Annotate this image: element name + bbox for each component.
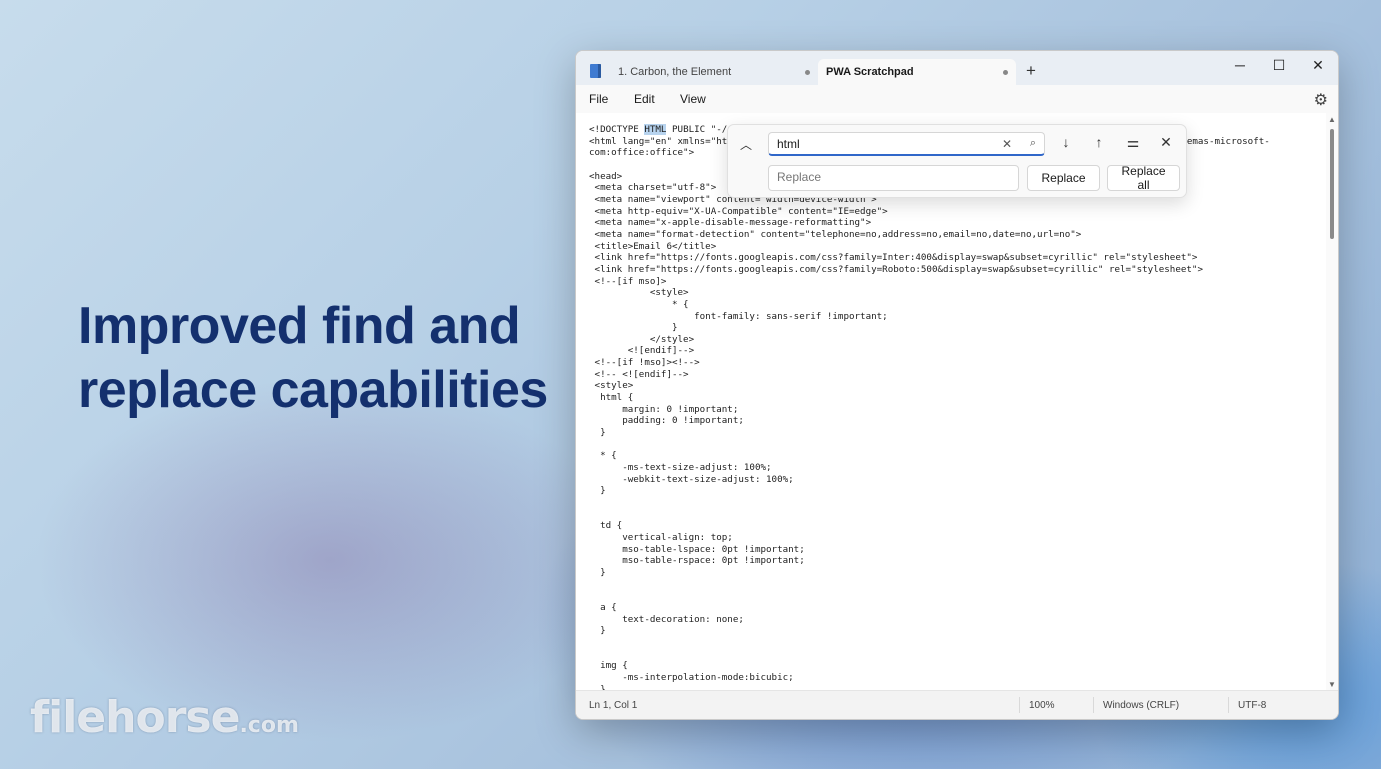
- code-line: <link href="https://fonts.googleapis.com…: [589, 252, 1198, 264]
- cursor-position: Ln 1, Col 1: [589, 700, 638, 711]
- code-line: padding: 0 !important;: [589, 415, 744, 427]
- code-line: <!--[if !mso]><!-->: [589, 357, 700, 369]
- find-input[interactable]: [777, 137, 987, 151]
- chevron-up-icon[interactable]: ︿: [740, 136, 752, 153]
- code-line: text-decoration: none;: [589, 613, 744, 625]
- code-line: mso-table-lspace: 0pt !important;: [589, 543, 805, 555]
- text-editor[interactable]: <!DOCTYPE HTML PUBLIC "-/ <html lang="en…: [576, 113, 1326, 691]
- sliders-icon[interactable]: ⚌: [1123, 134, 1143, 151]
- menu-file[interactable]: File: [589, 92, 608, 106]
- tab-label: 1. Carbon, the Element: [618, 66, 732, 78]
- code-line: td {: [589, 520, 623, 532]
- code-line: img {: [589, 660, 628, 672]
- tab-pwa-scratchpad[interactable]: PWA Scratchpad: [818, 59, 1016, 85]
- menu-bar: File Edit View ⚙: [576, 85, 1338, 113]
- new-tab-button[interactable]: +: [1026, 62, 1036, 79]
- code-line: <head>: [589, 170, 623, 182]
- vertical-scrollbar[interactable]: ▲ ▼: [1326, 113, 1338, 691]
- code-line: }: [589, 485, 606, 497]
- code-line: <style>: [589, 380, 634, 392]
- close-icon[interactable]: ✕: [1156, 134, 1176, 151]
- code-line: }: [589, 625, 606, 637]
- find-replace-panel: ︿ ✕ ⌕ ↓ ↑ ⚌ ✕ Replace Replace all: [727, 124, 1187, 198]
- title-bar: 1. Carbon, the Element PWA Scratchpad + …: [576, 51, 1338, 85]
- minimize-button[interactable]: ─: [1225, 57, 1255, 73]
- replace-input[interactable]: [777, 170, 987, 184]
- code-line: <meta name="format-detection" content="t…: [589, 228, 1082, 240]
- code-line: <style>: [589, 287, 689, 299]
- menu-edit[interactable]: Edit: [634, 92, 655, 106]
- search-icon[interactable]: ⌕: [1030, 137, 1036, 150]
- code-line: <meta charset="utf-8">: [589, 182, 717, 194]
- headline-line-2: replace capabilities: [78, 361, 548, 419]
- editor-content: <!DOCTYPE HTML PUBLIC "-/ <html lang="en…: [576, 113, 1326, 691]
- find-field[interactable]: ✕ ⌕: [768, 132, 1045, 156]
- code-line: }: [589, 427, 606, 439]
- promo-headline: Improved find and replace capabilities: [78, 294, 558, 422]
- code-line: mso-table-rspace: 0pt !important;: [589, 555, 805, 567]
- code-line: }: [589, 322, 678, 334]
- notepad-window: 1. Carbon, the Element PWA Scratchpad + …: [575, 50, 1339, 720]
- close-window-button[interactable]: ✕: [1303, 57, 1333, 74]
- maximize-button[interactable]: ☐: [1264, 57, 1294, 74]
- code-line: -ms-interpolation-mode:bicubic;: [589, 671, 794, 683]
- headline-line-1: Improved find and: [78, 297, 521, 355]
- menu-view[interactable]: View: [680, 92, 706, 106]
- clear-icon[interactable]: ✕: [1002, 137, 1012, 151]
- code-line: a {: [589, 601, 617, 613]
- unsaved-dot-icon[interactable]: [805, 69, 810, 75]
- zoom-level[interactable]: 100%: [1029, 700, 1055, 711]
- code-line: <link href="https://fonts.googleapis.com…: [589, 263, 1203, 275]
- code-line: -webkit-text-size-adjust: 100%;: [589, 473, 794, 485]
- replace-field[interactable]: [768, 165, 1019, 191]
- scrollbar-thumb[interactable]: [1330, 129, 1334, 239]
- code-line: -ms-text-size-adjust: 100%;: [589, 462, 772, 474]
- code-line: margin: 0 !important;: [589, 403, 739, 415]
- code-line: <title>Email 6</title>: [589, 240, 717, 252]
- replace-all-button[interactable]: Replace all: [1107, 164, 1180, 192]
- code-line: <meta http-equiv="X-UA-Compatible" conte…: [589, 205, 888, 217]
- status-bar: Ln 1, Col 1 100% Windows (CRLF) UTF-8: [576, 690, 1338, 719]
- tab-label: PWA Scratchpad: [826, 66, 914, 78]
- arrow-down-icon[interactable]: ↓: [1056, 134, 1076, 150]
- code-line: <meta name="x-apple-disable-message-refo…: [589, 217, 872, 229]
- code-line: * {: [589, 450, 617, 462]
- gear-icon[interactable]: ⚙: [1314, 90, 1328, 110]
- line-ending[interactable]: Windows (CRLF): [1103, 700, 1179, 711]
- code-line: <!-- <![endif]-->: [589, 368, 689, 380]
- arrow-up-icon[interactable]: ↑: [1089, 134, 1109, 150]
- code-line: <![endif]-->: [589, 345, 695, 357]
- code-line: font-family: sans-serif !important;: [589, 310, 888, 322]
- search-match-highlight: HTML: [644, 124, 667, 135]
- code-line: com:office:office">: [589, 147, 695, 159]
- unsaved-dot-icon[interactable]: [1003, 69, 1008, 75]
- watermark-logo: filehorse.com: [30, 692, 299, 743]
- code-line: vertical-align: top;: [589, 531, 733, 543]
- notepad-icon: [590, 64, 601, 78]
- tab-carbon[interactable]: 1. Carbon, the Element: [610, 59, 818, 85]
- code-line: <!--[if mso]>: [589, 275, 667, 287]
- scroll-down-icon[interactable]: ▼: [1328, 680, 1336, 689]
- code-line: * {: [589, 298, 689, 310]
- encoding[interactable]: UTF-8: [1238, 700, 1266, 711]
- scroll-up-icon[interactable]: ▲: [1328, 115, 1336, 124]
- replace-button[interactable]: Replace: [1027, 165, 1100, 191]
- code-line: html {: [589, 392, 634, 404]
- code-line: }: [589, 566, 606, 578]
- code-line: </style>: [589, 333, 695, 345]
